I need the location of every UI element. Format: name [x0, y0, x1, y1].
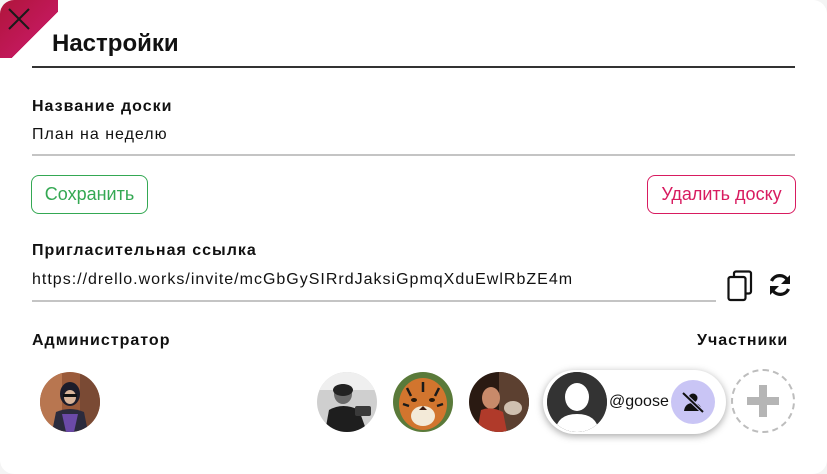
- invite-link-input[interactable]: [32, 269, 712, 291]
- remove-user-icon: [681, 391, 705, 413]
- member-avatar[interactable]: [393, 372, 453, 432]
- default-avatar: [547, 372, 607, 432]
- member-card-goose[interactable]: @goose: [543, 370, 726, 434]
- members-label: Участники: [697, 332, 789, 349]
- member-username: @goose: [609, 393, 669, 410]
- member-avatar[interactable]: [469, 372, 529, 432]
- close-button[interactable]: [0, 0, 58, 58]
- add-member-button[interactable]: [731, 369, 795, 433]
- regenerate-link-button[interactable]: [767, 272, 793, 303]
- remove-member-button[interactable]: [671, 380, 715, 424]
- board-name-label: Название доски: [32, 98, 173, 115]
- member-avatar[interactable]: [317, 372, 377, 432]
- close-icon: [8, 8, 30, 30]
- title-divider: [32, 66, 795, 68]
- invite-link-underline: [32, 300, 716, 302]
- dialog-title: Настройки: [52, 30, 179, 57]
- admin-avatar[interactable]: [40, 372, 100, 432]
- invite-link-label: Пригласительная ссылка: [32, 242, 257, 259]
- plus-icon: [747, 385, 779, 417]
- delete-board-button[interactable]: Удалить доску: [647, 175, 796, 214]
- copy-link-button[interactable]: [727, 270, 753, 307]
- admin-label: Администратор: [32, 332, 171, 349]
- board-name-underline: [32, 154, 795, 156]
- copy-icon: [727, 270, 753, 302]
- settings-dialog: Настройки Название доски Сохранить Удали…: [0, 0, 827, 474]
- board-name-input[interactable]: [32, 124, 792, 146]
- refresh-icon: [770, 274, 790, 296]
- save-button[interactable]: Сохранить: [31, 175, 148, 214]
